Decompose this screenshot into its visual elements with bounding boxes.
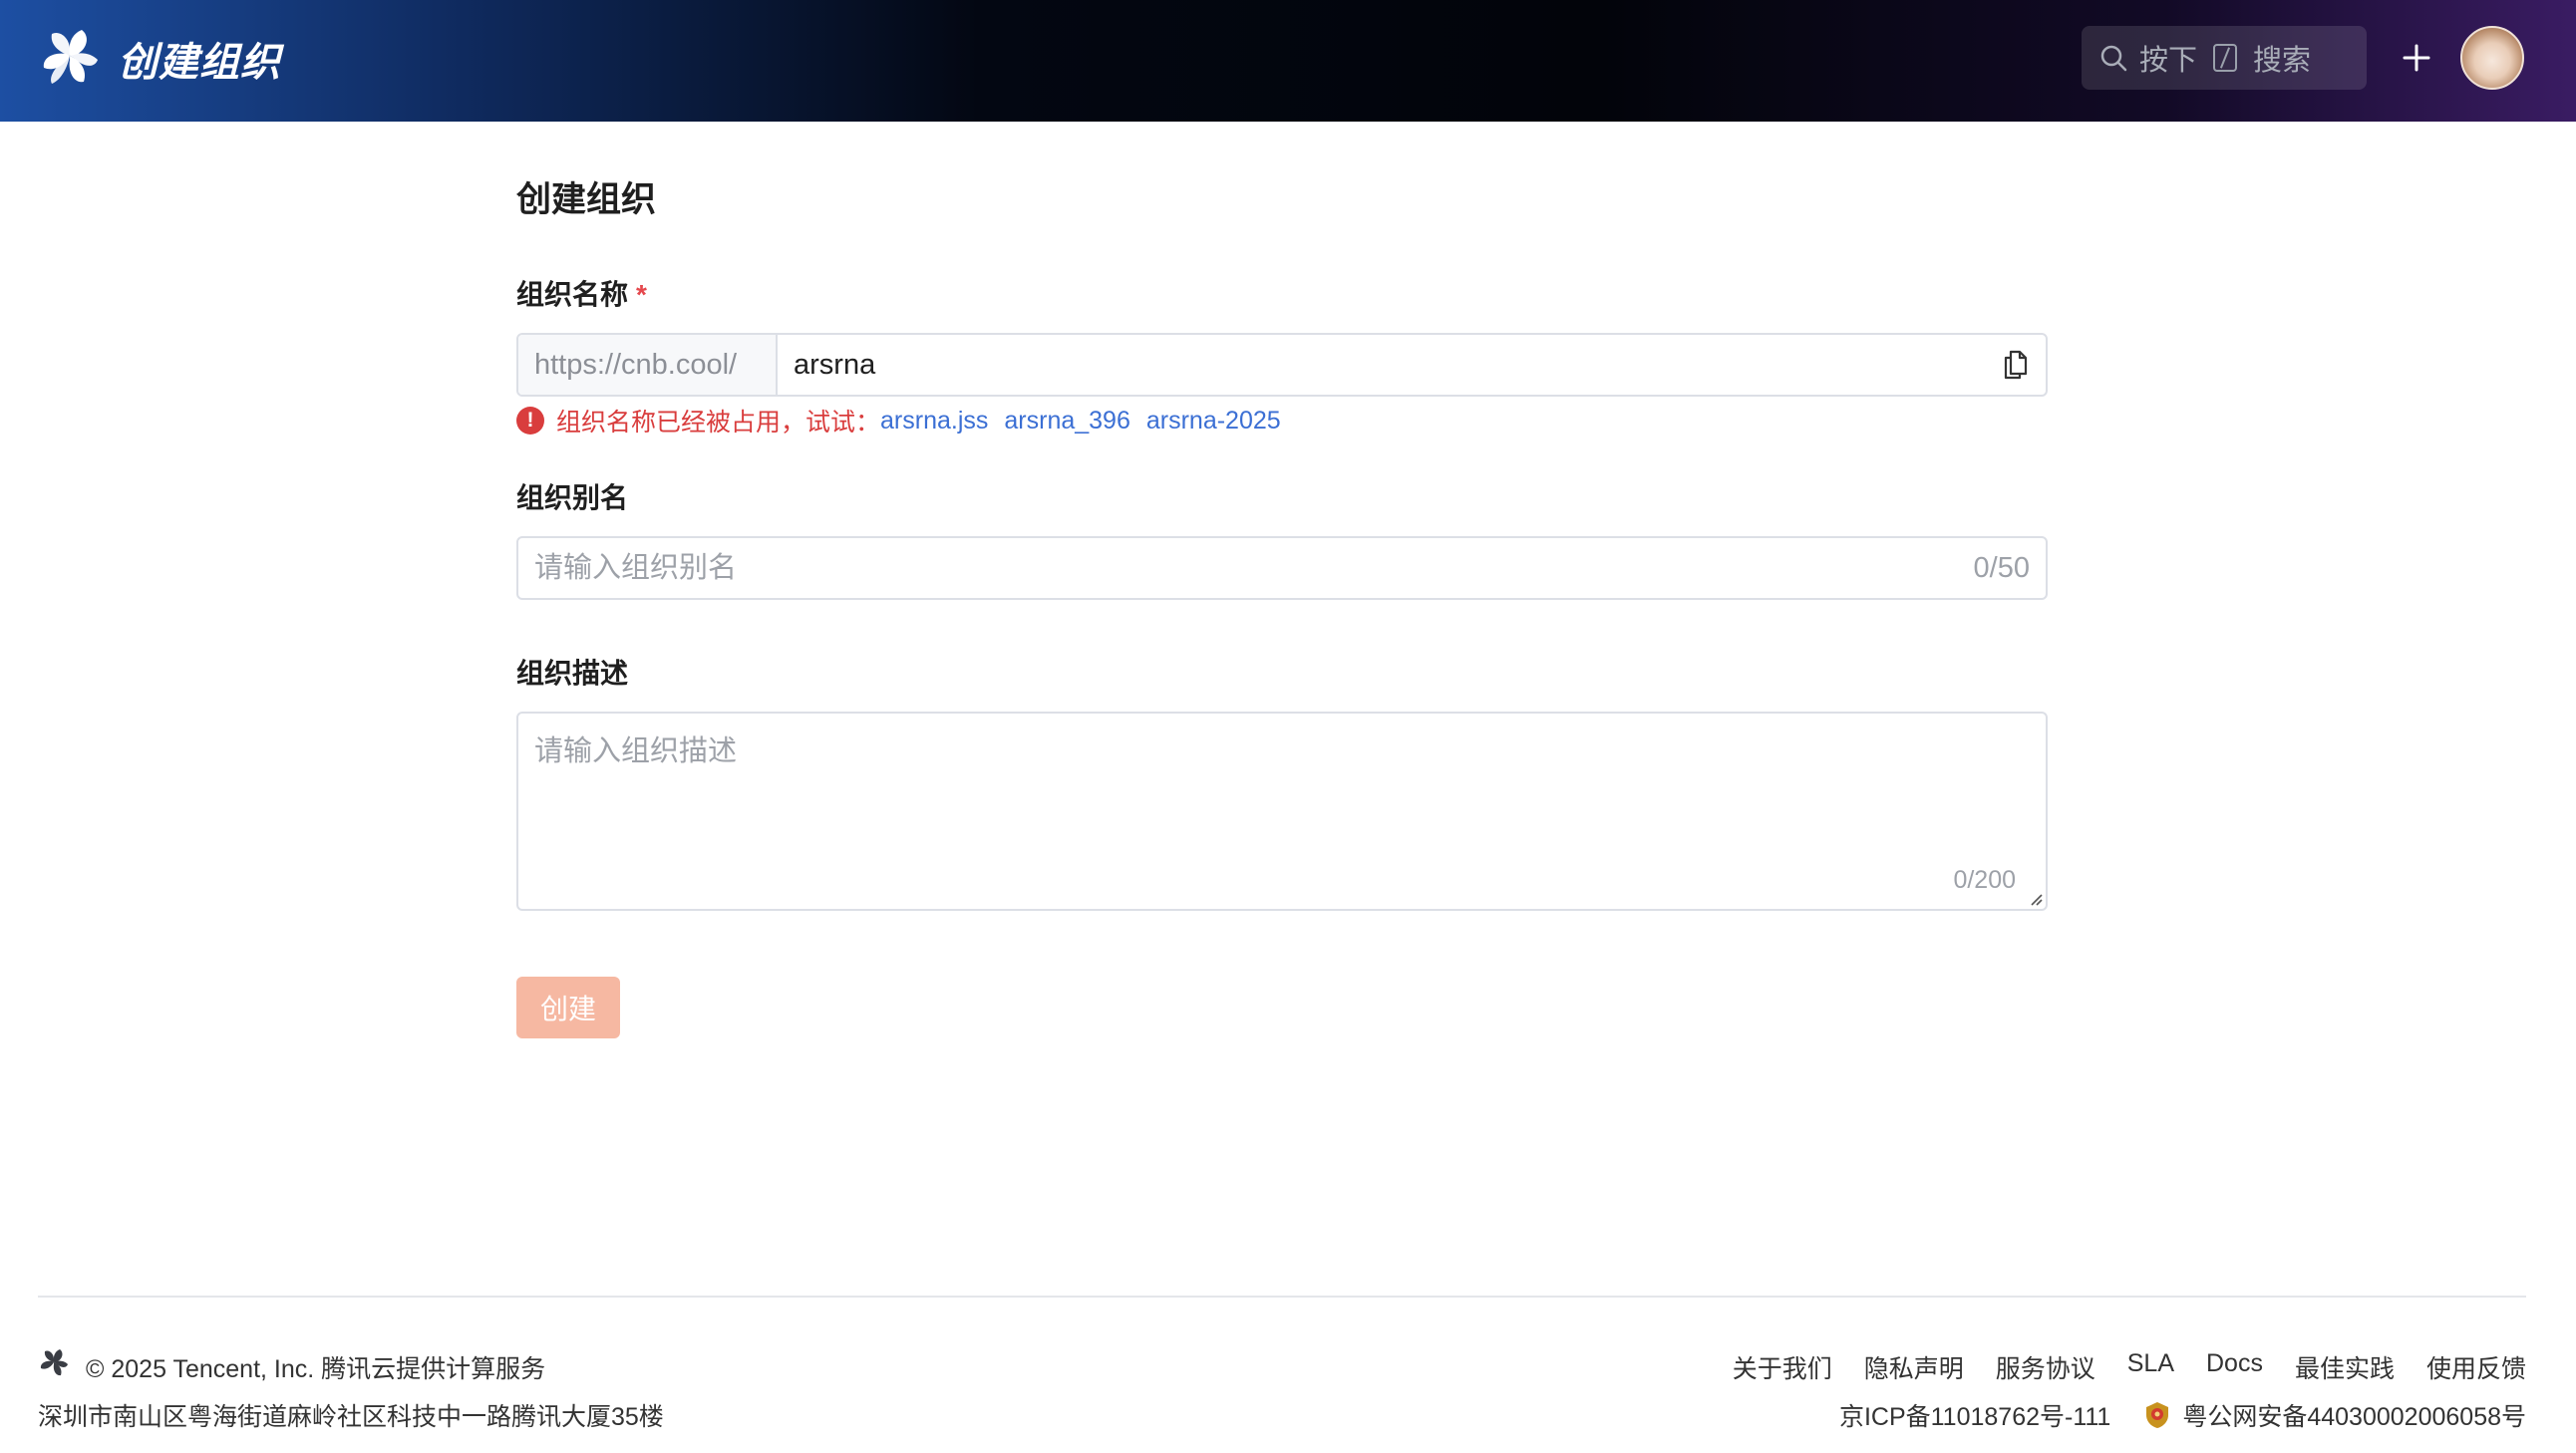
footer-icp: 京ICP备11018762号-111 粤公网安备44030002006058号 bbox=[1839, 1397, 2526, 1433]
plus-icon[interactable] bbox=[2395, 36, 2438, 80]
footer-link-best-practices[interactable]: 最佳实践 bbox=[2295, 1349, 2395, 1385]
page-title: 创建组织 bbox=[516, 180, 657, 219]
footer-link-docs[interactable]: Docs bbox=[2206, 1349, 2263, 1385]
suggestion-link-1[interactable]: arsrna.jss bbox=[880, 407, 988, 436]
header-title: 创建组织 bbox=[118, 41, 281, 85]
copy-button[interactable] bbox=[1986, 335, 2046, 395]
footer-copyright: © 2025 Tencent, Inc. 腾讯云提供计算服务 bbox=[86, 1355, 546, 1383]
cnb-logo-icon[interactable] bbox=[38, 26, 102, 90]
footer-link-terms[interactable]: 服务协议 bbox=[1996, 1349, 2095, 1385]
org-description-field: 0/200 bbox=[516, 712, 2048, 911]
suggestion-link-3[interactable]: arsrna-2025 bbox=[1146, 407, 1281, 436]
description-char-counter: 0/200 bbox=[1953, 866, 2016, 894]
org-description-label: 组织描述 bbox=[516, 658, 629, 689]
search-icon bbox=[2100, 45, 2127, 72]
error-message: 组织名称已经被占用，试试： bbox=[556, 409, 881, 436]
icp-license[interactable]: 京ICP备11018762号-111 bbox=[1839, 1397, 2110, 1433]
footer-address: 深圳市南山区粤海街道麻岭社区科技中一路腾讯大厦35楼 bbox=[38, 1403, 664, 1431]
suggestion-link-2[interactable]: arsrna_396 bbox=[1004, 407, 1129, 436]
search-prefix: 按下 bbox=[2139, 45, 2198, 77]
footer-divider bbox=[38, 1296, 2526, 1298]
create-button[interactable]: 创建 bbox=[516, 977, 620, 1038]
resize-handle-icon[interactable] bbox=[2028, 891, 2044, 907]
url-prefix: https://cnb.cool/ bbox=[518, 335, 778, 395]
org-alias-label: 组织别名 bbox=[516, 482, 629, 513]
copy-icon bbox=[2004, 350, 2028, 380]
org-name-error: ! 组织名称已经被占用，试试： arsrna.jss arsrna_396 ar… bbox=[516, 403, 1297, 438]
search-suffix: 搜索 bbox=[2253, 45, 2312, 77]
org-name-label-text: 组织名称 bbox=[516, 279, 629, 310]
alias-char-counter: 0/50 bbox=[1973, 551, 2030, 584]
org-alias-field: 0/50 bbox=[516, 536, 2048, 600]
police-record[interactable]: 粤公网安备44030002006058号 bbox=[2182, 1397, 2526, 1433]
org-name-field: https://cnb.cool/ bbox=[516, 333, 2048, 397]
footer-link-feedback[interactable]: 使用反馈 bbox=[2426, 1349, 2526, 1385]
org-name-input[interactable] bbox=[778, 335, 1986, 395]
footer-link-sla[interactable]: SLA bbox=[2127, 1349, 2174, 1385]
global-search[interactable]: 按下 搜索 bbox=[2082, 26, 2367, 90]
avatar[interactable] bbox=[2460, 26, 2524, 90]
slash-key-hint bbox=[2213, 44, 2238, 72]
org-name-label: 组织名称 * bbox=[516, 273, 647, 313]
org-description-input[interactable] bbox=[518, 714, 2046, 909]
required-mark: * bbox=[636, 279, 647, 310]
error-icon: ! bbox=[516, 407, 544, 435]
footer-link-privacy[interactable]: 隐私声明 bbox=[1864, 1349, 1964, 1385]
police-badge-icon bbox=[2146, 1402, 2169, 1428]
org-alias-input[interactable] bbox=[518, 538, 1974, 598]
footer-link-about[interactable]: 关于我们 bbox=[1733, 1349, 1832, 1385]
footer-logo-icon bbox=[40, 1349, 68, 1376]
footer-links: 关于我们 隐私声明 服务协议 SLA Docs 最佳实践 使用反馈 bbox=[1733, 1349, 2526, 1385]
top-header: 创建组织 按下 搜索 bbox=[0, 0, 2576, 122]
